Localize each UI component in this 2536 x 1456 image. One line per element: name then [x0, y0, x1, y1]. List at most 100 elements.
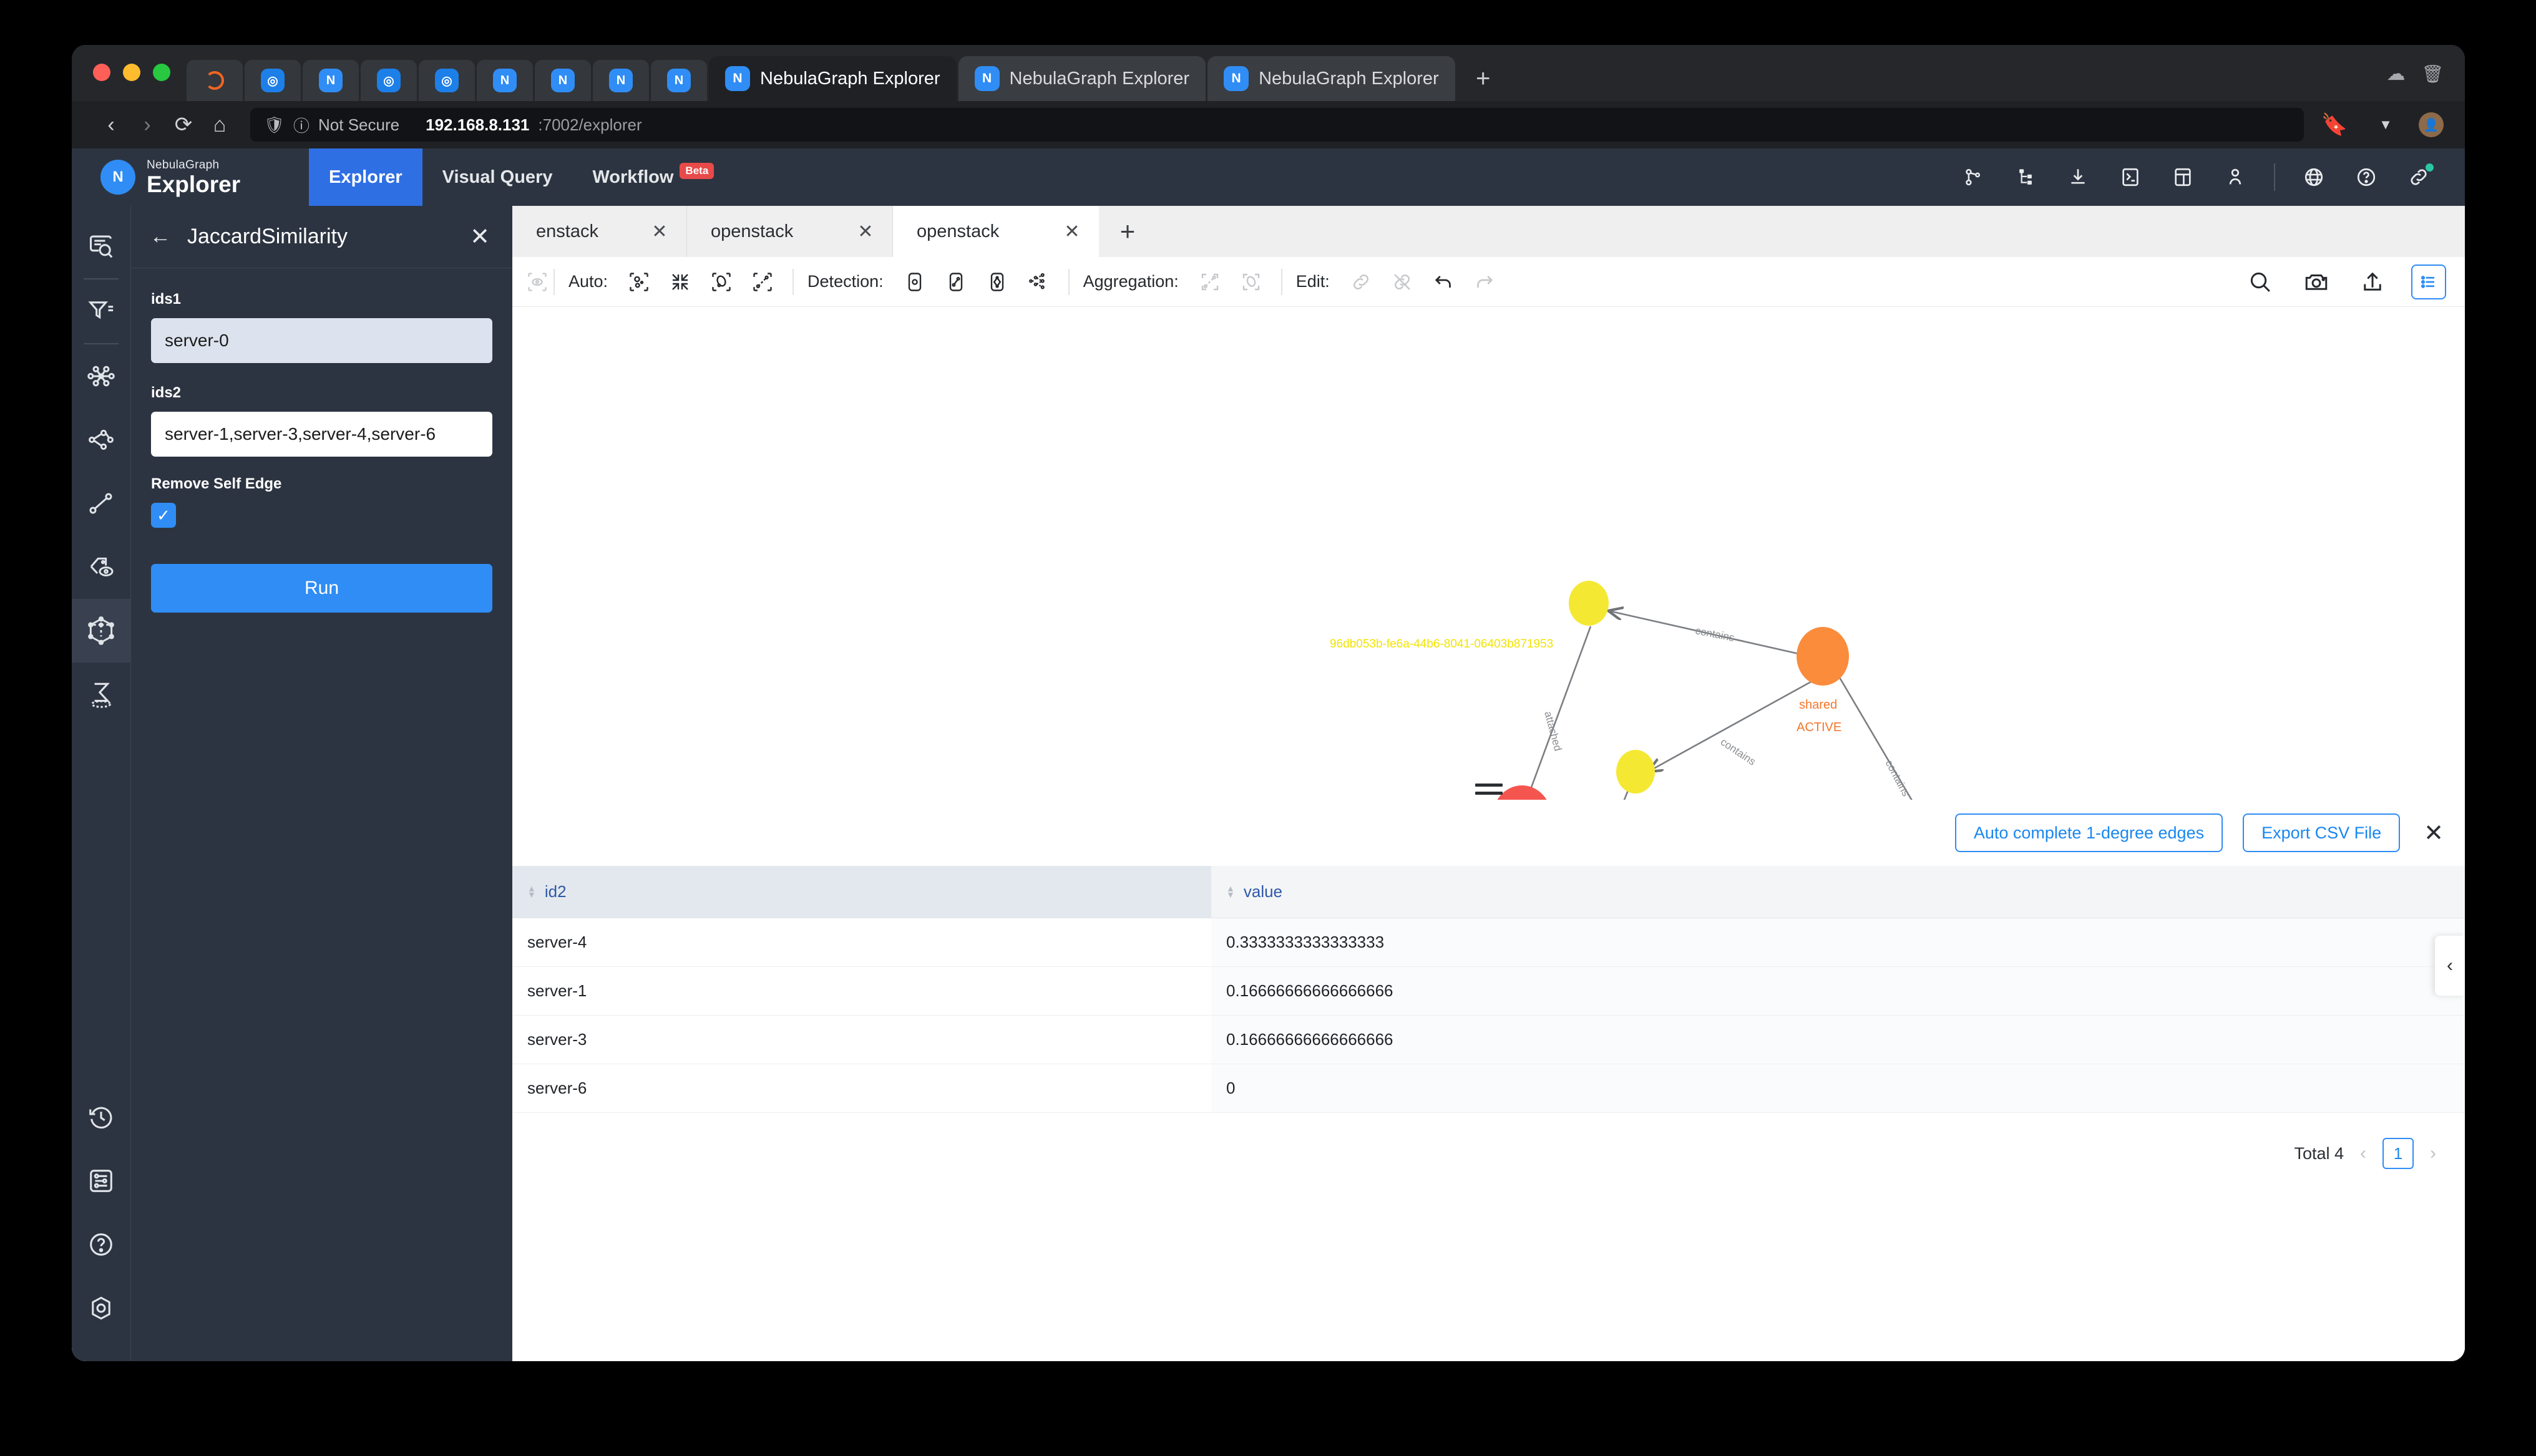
- pinned-tab-loading[interactable]: [187, 60, 243, 101]
- graph-tab-1[interactable]: enstack ✕: [512, 206, 687, 257]
- new-tab-button[interactable]: +: [1466, 61, 1501, 96]
- ids2-input[interactable]: [151, 412, 492, 457]
- pinned-tab-5[interactable]: N: [477, 60, 533, 101]
- tag-visibility-icon[interactable]: [521, 266, 554, 298]
- history-clock-icon[interactable]: [72, 1085, 130, 1149]
- auto-layout-circle-icon[interactable]: [623, 266, 655, 298]
- detect-node-icon[interactable]: [899, 266, 931, 298]
- auto-complete-edges-button[interactable]: Auto complete 1-degree edges: [1954, 813, 2223, 852]
- sidebar-item-node-expand[interactable]: [72, 344, 130, 408]
- sidebar-item-algorithm-sigma[interactable]: [72, 662, 130, 726]
- pinned-tabs-strip[interactable]: ◎ N ◎ ◎ N N N N N NebulaGraph Explorer N…: [187, 56, 1501, 101]
- pinned-tab-8[interactable]: N: [651, 60, 707, 101]
- close-icon[interactable]: ✕: [470, 225, 490, 249]
- camera-snapshot-icon[interactable]: [2299, 265, 2334, 299]
- undo-icon[interactable]: [1427, 266, 1460, 298]
- graph-node[interactable]: [1616, 750, 1655, 794]
- next-page-button[interactable]: ›: [2430, 1143, 2436, 1164]
- account-gear-icon[interactable]: [72, 1276, 130, 1340]
- home-icon[interactable]: ⌂: [202, 107, 238, 143]
- run-button[interactable]: Run: [151, 564, 492, 613]
- auto-select-node-icon[interactable]: [705, 266, 738, 298]
- graph-tab-2[interactable]: openstack ✕: [687, 206, 893, 257]
- pinned-tab-7[interactable]: N: [593, 60, 649, 101]
- edit-unlink-icon[interactable]: [1386, 266, 1418, 298]
- graph-node[interactable]: [1569, 581, 1609, 626]
- remove-self-edge-checkbox[interactable]: ✓: [151, 503, 176, 528]
- close-icon[interactable]: ✕: [1045, 221, 1099, 243]
- sort-icon[interactable]: ▲ ▼: [527, 884, 536, 899]
- sidebar-item-query-search[interactable]: [72, 215, 130, 278]
- panel-resize-handle[interactable]: [1475, 784, 1503, 795]
- chevron-down-icon[interactable]: ▼: [2368, 107, 2404, 143]
- aggregate-node-icon[interactable]: [1235, 266, 1267, 298]
- pinned-tab-4[interactable]: ◎: [419, 60, 475, 101]
- auto-collapse-icon[interactable]: [664, 266, 696, 298]
- nav-item-visual-query[interactable]: Visual Query: [422, 148, 573, 206]
- edit-link-icon[interactable]: [1345, 266, 1377, 298]
- bookmark-icon[interactable]: 🔖: [2316, 107, 2353, 143]
- dashboard-icon[interactable]: [2169, 163, 2197, 191]
- schema-tree-icon[interactable]: [2012, 163, 2039, 191]
- connection-link-icon[interactable]: [2405, 163, 2434, 191]
- table-row[interactable]: server-6 0: [512, 1064, 2465, 1113]
- sidebar-item-graph-cube[interactable]: [72, 599, 130, 662]
- nav-item-explorer[interactable]: Explorer: [309, 148, 422, 206]
- export-upload-icon[interactable]: [2355, 265, 2390, 299]
- page-number-1[interactable]: 1: [2382, 1138, 2414, 1169]
- table-row[interactable]: server-1 0.16666666666666666: [512, 966, 2465, 1016]
- trash-icon[interactable]: 🗑: [2421, 64, 2444, 84]
- sidebar-item-tag-visibility[interactable]: [72, 535, 130, 599]
- detect-cycle-icon[interactable]: [981, 266, 1013, 298]
- browser-tab-1[interactable]: N NebulaGraph Explorer: [709, 56, 957, 101]
- auto-select-edge-icon[interactable]: [746, 266, 779, 298]
- export-csv-button[interactable]: Export CSV File: [2243, 813, 2401, 852]
- back-arrow-icon[interactable]: ←: [150, 225, 171, 249]
- graph-tab-3[interactable]: openstack ✕: [893, 206, 1099, 257]
- close-window-button[interactable]: [93, 64, 110, 81]
- aggregate-edge-icon[interactable]: [1194, 266, 1226, 298]
- prev-page-button[interactable]: ‹: [2360, 1143, 2366, 1164]
- settings-sliders-icon[interactable]: [72, 1149, 130, 1213]
- window-controls[interactable]: [72, 64, 187, 101]
- sidebar-item-path-edge[interactable]: [72, 472, 130, 535]
- add-graph-tab-button[interactable]: +: [1099, 206, 1156, 257]
- reload-icon[interactable]: ⟳: [165, 107, 202, 143]
- console-icon[interactable]: [2117, 163, 2144, 191]
- detect-path-icon[interactable]: [940, 266, 972, 298]
- nav-item-workflow[interactable]: Workflow Beta: [572, 148, 734, 206]
- pinned-tab-3[interactable]: ◎: [361, 60, 417, 101]
- graph-node[interactable]: [1797, 627, 1849, 686]
- redo-icon[interactable]: [1468, 266, 1501, 298]
- minimize-window-button[interactable]: [123, 64, 140, 81]
- avatar[interactable]: 👤: [2419, 112, 2444, 137]
- sort-icon[interactable]: ▲ ▼: [1226, 884, 1235, 899]
- close-icon[interactable]: ✕: [633, 221, 686, 243]
- detect-cluster-icon[interactable]: [1022, 266, 1055, 298]
- column-header-id2[interactable]: ▲ ▼ id2: [512, 866, 1211, 918]
- sidebar-item-share-graph[interactable]: [72, 408, 130, 472]
- close-icon[interactable]: ✕: [2424, 819, 2444, 847]
- pinned-tab-1[interactable]: ◎: [245, 60, 301, 101]
- sidebar-item-filter[interactable]: [72, 279, 130, 343]
- forward-icon[interactable]: ›: [129, 107, 165, 143]
- info-circle-icon[interactable]: ⓘ: [293, 114, 310, 137]
- list-panel-icon[interactable]: [2411, 264, 2446, 299]
- help-question-icon[interactable]: [72, 1213, 130, 1276]
- search-icon[interactable]: [2243, 265, 2278, 299]
- language-globe-icon[interactable]: [2300, 163, 2328, 191]
- graph-canvas[interactable]: contains contains contains attached atta…: [512, 307, 2465, 800]
- browser-tab-2[interactable]: N NebulaGraph Explorer: [958, 56, 1206, 101]
- users-icon[interactable]: [2221, 163, 2249, 191]
- import-icon[interactable]: [2064, 163, 2092, 191]
- address-bar[interactable]: 🛡 ⓘ Not Secure 192.168.8.131:7002/explor…: [250, 108, 2304, 142]
- graph-icon[interactable]: [1959, 163, 1987, 191]
- maximize-window-button[interactable]: [153, 64, 170, 81]
- back-icon[interactable]: ‹: [93, 107, 129, 143]
- table-row[interactable]: server-4 0.3333333333333333: [512, 918, 2465, 967]
- help-circle-icon[interactable]: [2353, 163, 2380, 191]
- ids1-input[interactable]: [151, 318, 492, 363]
- table-row[interactable]: server-3 0.16666666666666666: [512, 1015, 2465, 1064]
- column-header-value[interactable]: ▲ ▼ value: [1211, 866, 2465, 918]
- pinned-tab-2[interactable]: N: [303, 60, 359, 101]
